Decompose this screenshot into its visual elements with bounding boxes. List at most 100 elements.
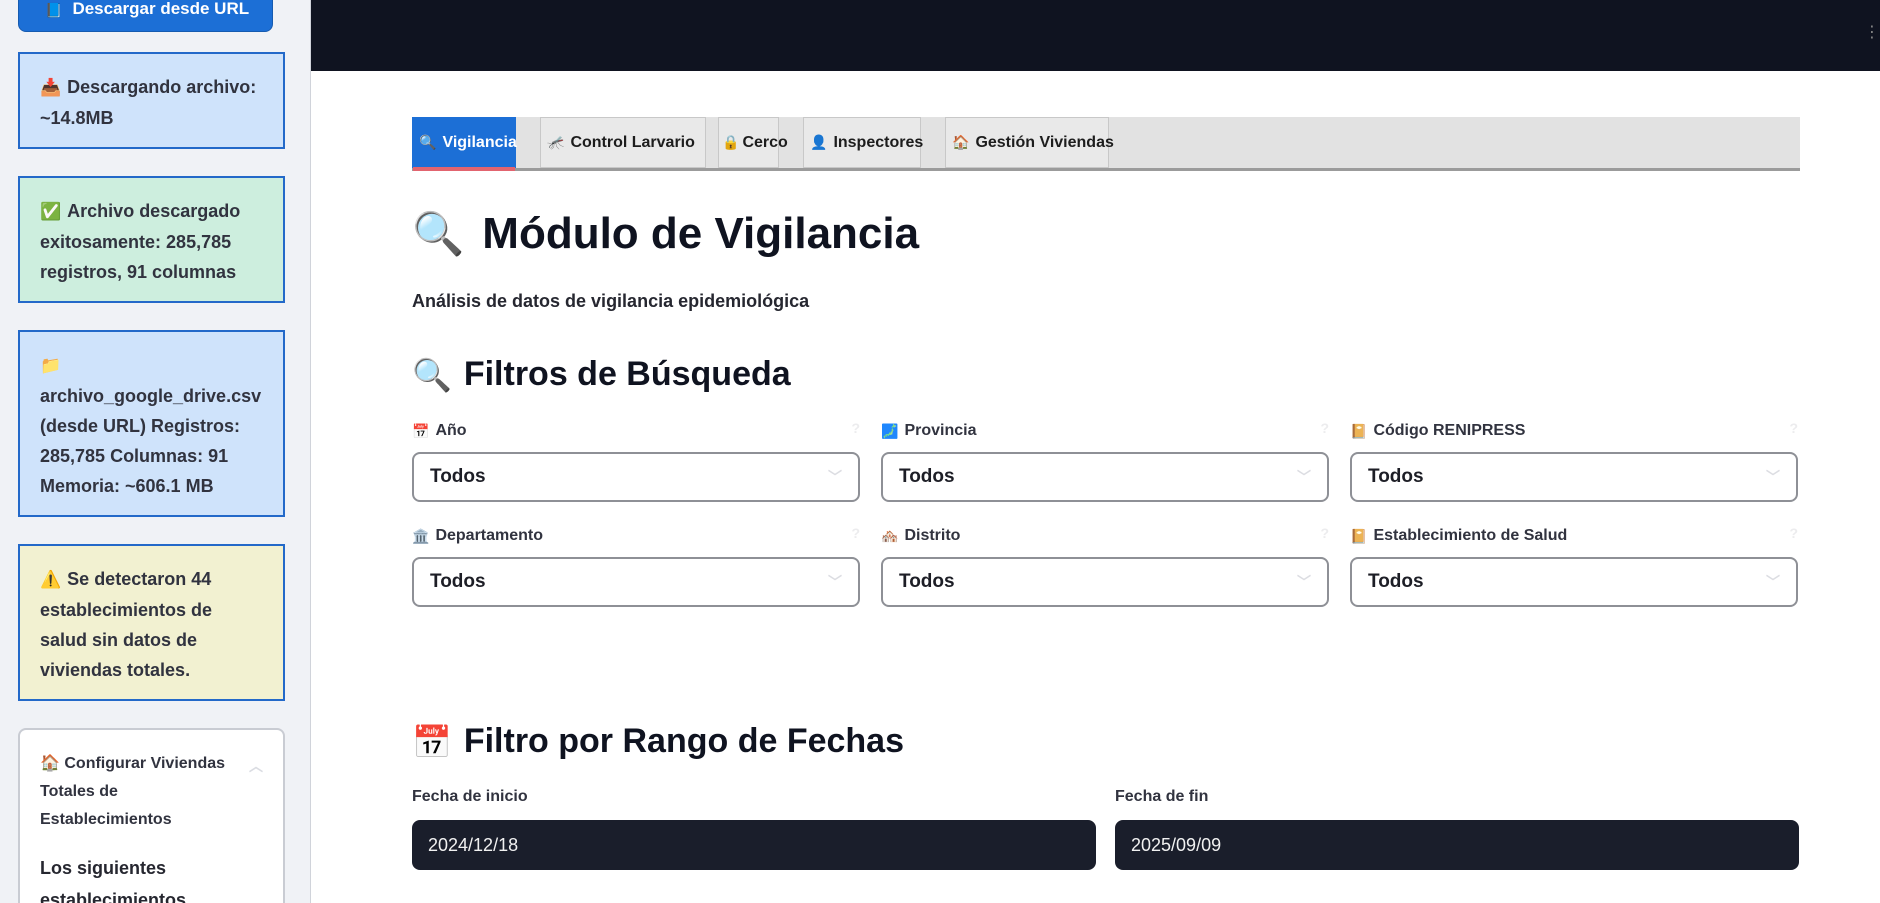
help-icon[interactable]: ? [1789,420,1798,436]
tab-vigilancia[interactable]: 🔍 Vigilancia [412,117,517,171]
chevron-up-icon: ︿ [249,758,263,774]
end-date-label: Fecha de fin [1115,788,1209,805]
page-subtitle: Análisis de datos de vigilancia epidemio… [412,291,810,311]
notebook-icon: 📔 [1350,422,1368,439]
magnifier-icon: 🔍 [412,356,452,393]
establecimiento-salud-select[interactable]: Todos ﹀ [1350,557,1798,607]
filter-departamento: 🏛️ Departamento? Todos ﹀ [412,525,860,607]
warning-icon: ⚠️ [40,570,62,589]
filter-label-text: Distrito [904,527,961,544]
notebook-icon: 📔 [1350,527,1368,544]
house-icon: 🏠 [40,755,60,772]
download-from-url-button[interactable]: 📘 Descargar desde URL [18,0,273,32]
configure-housing-expander[interactable]: 🏠 Configurar Viviendas Totales de Establ… [18,728,285,903]
page-title: 🔍 Módulo de Vigilancia [412,209,919,259]
sidebar: 📘 Descargar desde URL 📥 Descargando archi… [0,0,311,903]
alert-text: Descargando archivo: ~14.8MB [40,77,257,128]
houses-icon: 🏘️ [881,527,899,544]
tab-inspectores[interactable]: 👤 Inspectores [803,117,924,168]
tab-label: Gestión Viviendas [975,133,1114,151]
alert-text: Se detectaron 44 establecimientos de sal… [40,569,213,680]
filter-label: 📅 Año? [412,420,860,442]
alert-text: archivo_google_drive.csv (desde URL) Reg… [40,386,262,496]
help-icon[interactable]: ? [1320,420,1329,436]
folder-icon: 📁 [40,356,62,375]
start-date-field: Fecha de inicio 2024/12/18 [412,788,1096,870]
filter-label: 🏛️ Departamento? [412,525,860,547]
help-icon[interactable]: ? [1320,525,1329,541]
download-progress-alert: 📥 Descargando archivo: ~14.8MB [18,52,285,149]
select-value: Todos [1368,466,1424,487]
tab-label: Inspectores [833,133,924,151]
filter-label: 📔 Código RENIPRESS? [1350,420,1798,442]
filter-label: 🏘️ Distrito? [881,525,1329,547]
help-icon[interactable]: ? [851,525,860,541]
tab-cerco[interactable]: 🔒 Cerco [718,117,788,168]
house-icon: 🏠 [952,134,970,150]
classical-building-icon: 🏛️ [412,527,430,544]
end-date-field: Fecha de fin 2025/09/09 [1115,788,1799,870]
start-date-input[interactable]: 2024/12/18 [412,820,1096,870]
select-value: Todos [430,466,486,487]
app-header: ⋮ [311,0,1880,71]
filters-heading: 🔍 Filtros de Búsqueda [412,355,791,394]
chevron-down-icon: ﹀ [1766,469,1780,485]
magnifier-icon: 🔍 [412,209,465,257]
select-value: Todos [430,571,486,592]
filter-distrito: 🏘️ Distrito? Todos ﹀ [881,525,1329,607]
filter-label-text: Código RENIPRESS [1373,422,1526,439]
tab-control-larvario[interactable]: 🦟 Control Larvario [540,117,706,168]
person-icon: 👤 [810,134,828,150]
codigo-renipress-select[interactable]: Todos ﹀ [1350,452,1798,502]
expander-header[interactable]: 🏠 Configurar Viviendas Totales de Establ… [40,750,263,834]
map-icon: 🗾 [881,422,899,439]
filter-label-text: Establecimiento de Salud [1373,527,1568,544]
book-icon: 📘 [45,2,63,18]
filter-codigo-renipress: 📔 Código RENIPRESS? Todos ﹀ [1350,420,1798,502]
chevron-down-icon: ﹀ [1297,574,1311,590]
module-tabs: 🔍 Vigilancia 🦟 Control Larvario 🔒 Cerco … [412,117,1800,171]
help-icon[interactable]: ? [851,420,860,436]
tab-label: Cerco [742,133,788,151]
select-value: Todos [899,466,955,487]
provincia-select[interactable]: Todos ﹀ [881,452,1329,502]
magnifier-icon: 🔍 [419,134,437,150]
filter-establecimiento-salud: 📔 Establecimiento de Salud? Todos ﹀ [1350,525,1798,607]
chevron-down-icon: ﹀ [828,574,842,590]
download-button-label: Descargar desde URL [72,0,250,18]
select-value: Todos [899,571,955,592]
filters-heading-text: Filtros de Búsqueda [463,355,791,393]
filter-label-text: Año [435,422,467,439]
distrito-select[interactable]: Todos ﹀ [881,557,1329,607]
end-date-input[interactable]: 2025/09/09 [1115,820,1799,870]
inbox-tray-icon: 📥 [40,78,62,97]
filter-provincia: 🗾 Provincia? Todos ﹀ [881,420,1329,502]
help-icon[interactable]: ? [1789,525,1798,541]
date-range-heading-text: Filtro por Rango de Fechas [463,722,905,760]
chevron-down-icon: ﹀ [828,469,842,485]
page-title-text: Módulo de Vigilancia [482,209,920,258]
departamento-select[interactable]: Todos ﹀ [412,557,860,607]
calendar-icon: 📅 [412,422,430,439]
main-menu-icon[interactable]: ⋮ [1864,22,1880,42]
filter-label: 📔 Establecimiento de Salud? [1350,525,1798,547]
mosquito-icon: 🦟 [547,134,565,150]
download-success-alert: ✅ Archivo descargado exitosamente: 285,78… [18,176,285,303]
expander-title: Configurar Viviendas Totales de Establec… [40,755,226,828]
select-value: Todos [1368,571,1424,592]
tab-gestion-viviendas[interactable]: 🏠 Gestión Viviendas [945,117,1114,168]
expander-body: Los siguientes establecimientos [40,858,187,903]
anio-select[interactable]: Todos ﹀ [412,452,860,502]
file-info-alert: 📁 archivo_google_drive.csv (desde URL) Re… [18,330,285,517]
chevron-down-icon: ﹀ [1766,574,1780,590]
filter-label-text: Departamento [435,527,544,544]
calendar-icon: 📅 [412,723,452,760]
alert-text: Archivo descargado exitosamente: 285,785… [40,201,241,282]
filter-label: 🗾 Provincia? [881,420,1329,442]
missing-housing-warning: ⚠️ Se detectaron 44 establecimientos de s… [18,544,285,701]
filter-label-text: Provincia [904,422,977,439]
tab-label: Vigilancia [442,133,517,151]
chevron-down-icon: ﹀ [1297,469,1311,485]
check-mark-icon: ✅ [40,202,62,221]
filter-anio: 📅 Año? Todos ﹀ [412,420,860,502]
